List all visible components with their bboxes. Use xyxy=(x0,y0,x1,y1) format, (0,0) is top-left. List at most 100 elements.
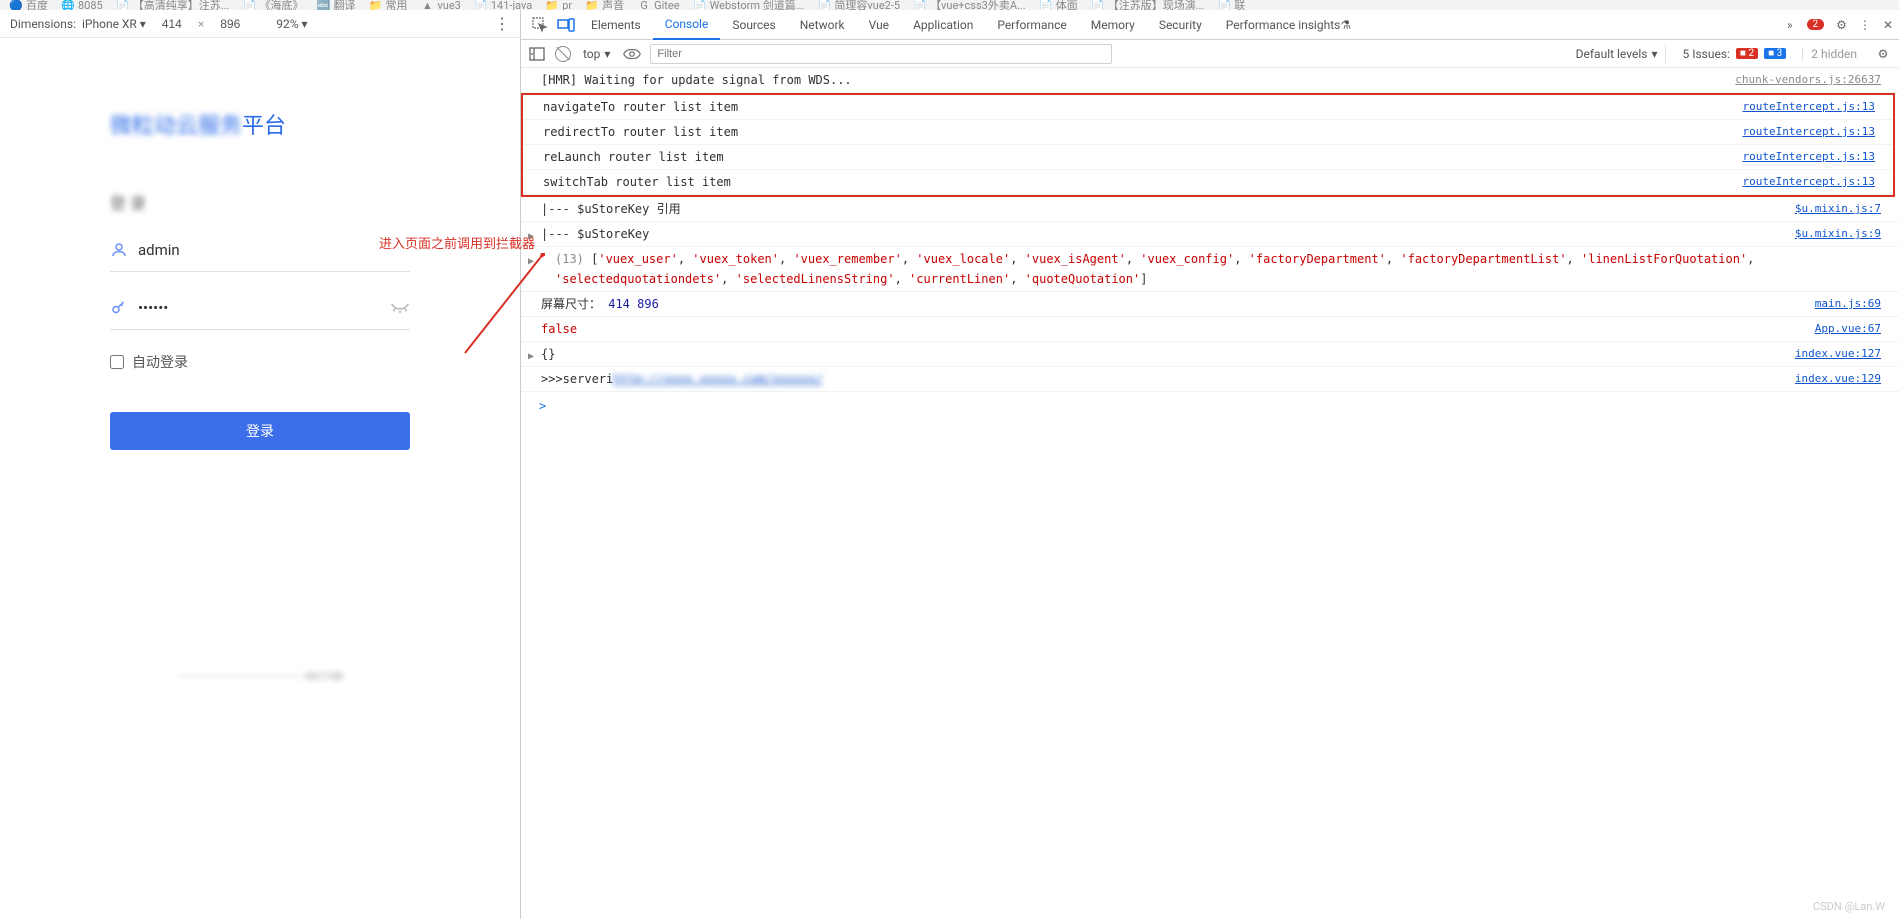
bookmark-icon: 📄 xyxy=(1092,0,1104,10)
log-message: switchTab router list item xyxy=(543,172,1733,192)
login-button[interactable]: 登录 xyxy=(110,412,410,450)
bookmark-item[interactable]: 🔤翻译 xyxy=(317,0,355,10)
settings-gear-icon[interactable]: ⚙ xyxy=(1830,10,1853,40)
bookmark-icon: 📁 xyxy=(546,0,558,10)
bookmark-icon: 🌐 xyxy=(62,0,74,10)
bookmark-label: Gitee xyxy=(654,0,679,10)
log-source-link[interactable]: chunk-vendors.js:26637 xyxy=(1725,70,1881,90)
more-tabs-icon[interactable]: » xyxy=(1781,10,1799,40)
tab-performance[interactable]: Performance xyxy=(985,10,1078,40)
filter-input[interactable] xyxy=(650,44,1112,64)
log-message: 屏幕尺寸： 414 896 xyxy=(541,294,1805,314)
console-log-row[interactable]: [HMR] Waiting for update signal from WDS… xyxy=(521,68,1899,93)
clear-console-icon[interactable] xyxy=(555,46,571,62)
hidden-count[interactable]: 2 hidden xyxy=(1802,47,1865,61)
console-body[interactable]: [HMR] Waiting for update signal from WDS… xyxy=(521,68,1899,919)
console-log-row[interactable]: 屏幕尺寸： 414 896main.js:69 xyxy=(521,292,1899,317)
console-log-row[interactable]: |--- $uStoreKey 引用$u.mixin.js:7 xyxy=(521,197,1899,222)
bookmark-item[interactable]: 📄联 xyxy=(1218,0,1245,10)
context-select[interactable]: top ▾ xyxy=(579,47,614,61)
bookmark-item[interactable]: ▲vue3 xyxy=(421,0,460,10)
console-log-row[interactable]: falseApp.vue:67 xyxy=(521,317,1899,342)
console-toolbar: top ▾ Default levels ▾ 5 Issues: ■ 2 ■ 3… xyxy=(521,40,1899,68)
bookmark-item[interactable]: GGitee xyxy=(638,0,679,10)
tab-console[interactable]: Console xyxy=(653,10,721,40)
console-log-row[interactable]: ▶{}index.vue:127 xyxy=(521,342,1899,367)
log-source-link[interactable]: routeIntercept.js:13 xyxy=(1733,172,1875,192)
bookmark-item[interactable]: 📄Webstorm 剑道篇... xyxy=(694,0,805,10)
bookmark-item[interactable]: 📄简理容vue2-5 xyxy=(818,0,900,10)
log-message: [HMR] Waiting for update signal from WDS… xyxy=(541,70,1725,90)
bookmark-item[interactable]: 📄【注苏版】现场演... xyxy=(1092,0,1205,10)
bookmark-icon: 📄 xyxy=(914,0,926,10)
log-source-link[interactable]: index.vue:129 xyxy=(1785,369,1881,389)
tab-application[interactable]: Application xyxy=(901,10,985,40)
tab-vue[interactable]: Vue xyxy=(857,10,901,40)
bookmark-item[interactable]: 🔵百度 xyxy=(10,0,48,10)
tab-security[interactable]: Security xyxy=(1147,10,1214,40)
log-source-link[interactable]: $u.mixin.js:7 xyxy=(1785,199,1881,219)
console-log-row[interactable]: navigateTo router list itemrouteIntercep… xyxy=(523,95,1893,120)
expand-triangle-icon[interactable]: ▶ xyxy=(528,227,534,247)
bookmark-item[interactable]: 📄体面 xyxy=(1040,0,1078,10)
tab-performance-insights[interactable]: Performance insights ⚗ xyxy=(1214,10,1363,40)
log-message: redirectTo router list item xyxy=(543,122,1733,142)
log-source-link[interactable]: routeIntercept.js:13 xyxy=(1733,122,1875,142)
inspect-icon[interactable] xyxy=(527,10,553,40)
width-input[interactable] xyxy=(152,17,192,31)
device-name-select[interactable]: iPhone XR ▾ xyxy=(82,17,146,31)
tab-elements[interactable]: Elements xyxy=(579,10,653,40)
log-source-link[interactable]: index.vue:127 xyxy=(1785,344,1881,364)
bookmark-item[interactable]: 📁pr xyxy=(546,0,572,10)
password-value: •••••• xyxy=(138,299,380,317)
console-settings-icon[interactable]: ⚙ xyxy=(1873,44,1893,64)
issues-link[interactable]: 5 Issues: ■ 2 ■ 3 xyxy=(1674,47,1794,61)
bookmark-item[interactable]: 📄【vue+css3外卖A... xyxy=(914,0,1026,10)
dimensions-label: Dimensions: xyxy=(10,17,76,31)
expand-triangle-icon[interactable]: ▶ xyxy=(528,252,534,272)
log-source-link[interactable]: routeIntercept.js:13 xyxy=(1733,97,1875,117)
tab-network[interactable]: Network xyxy=(788,10,857,40)
bookmark-icon: ▲ xyxy=(421,0,433,10)
log-levels-select[interactable]: Default levels ▾ xyxy=(1576,45,1667,63)
error-badge[interactable]: 2 xyxy=(1799,10,1831,40)
console-log-row[interactable]: redirectTo router list itemrouteIntercep… xyxy=(523,120,1893,145)
user-icon xyxy=(110,241,128,259)
log-source-link[interactable]: $u.mixin.js:9 xyxy=(1785,224,1881,244)
bookmark-item[interactable]: 📁声音 xyxy=(586,0,624,10)
device-toggle-icon[interactable] xyxy=(553,10,579,40)
bookmark-item[interactable]: 📁常用 xyxy=(369,0,407,10)
height-input[interactable] xyxy=(210,17,250,31)
live-expression-icon[interactable] xyxy=(622,44,642,64)
log-source-link[interactable]: main.js:69 xyxy=(1805,294,1881,314)
zoom-select[interactable]: 92% ▾ xyxy=(276,17,307,31)
sidebar-toggle-icon[interactable] xyxy=(527,44,547,64)
password-field[interactable]: •••••• xyxy=(110,286,410,330)
expand-triangle-icon[interactable]: ▶ xyxy=(528,347,534,367)
console-log-row[interactable]: switchTab router list itemrouteIntercept… xyxy=(523,170,1893,195)
device-more-icon[interactable]: ⋮ xyxy=(494,14,510,33)
log-source-link[interactable]: routeIntercept.js:13 xyxy=(1733,147,1875,167)
console-log-row[interactable]: reLaunch router list itemrouteIntercept.… xyxy=(523,145,1893,170)
bookmark-item[interactable]: 📄《海底》 xyxy=(243,0,303,10)
username-field[interactable]: admin xyxy=(110,228,410,272)
bookmark-item[interactable]: 🌐8085 xyxy=(62,0,103,10)
console-prompt[interactable]: > xyxy=(521,392,1899,420)
console-log-row[interactable]: >>>serverihttp://xxxx.xxxxx.com/xxxxxx/i… xyxy=(521,367,1899,392)
bookmark-label: 声音 xyxy=(602,0,624,10)
tab-sources[interactable]: Sources xyxy=(720,10,787,40)
auto-login-input[interactable] xyxy=(110,355,124,369)
devtools-more-icon[interactable]: ⋮ xyxy=(1853,10,1877,40)
console-log-row[interactable]: ▶|--- $uStoreKey$u.mixin.js:9 xyxy=(521,222,1899,247)
bookmark-item[interactable]: 📄141-java xyxy=(475,0,532,10)
log-message: (13) ['vuex_user', 'vuex_token', 'vuex_r… xyxy=(555,249,1881,289)
console-log-row[interactable]: ▶ (13) ['vuex_user', 'vuex_token', 'vuex_… xyxy=(521,247,1899,292)
bookmark-item[interactable]: 📄【高清纯享】注苏... xyxy=(117,0,230,10)
eye-closed-icon[interactable] xyxy=(390,301,410,315)
bookmark-icon: 📄 xyxy=(1218,0,1230,10)
auto-login-checkbox[interactable]: 自动登录 xyxy=(110,352,410,372)
close-devtools-icon[interactable]: ✕ xyxy=(1877,10,1899,40)
tab-memory[interactable]: Memory xyxy=(1079,10,1147,40)
device-viewport: 微粒动云服务平台 登 录 admin xyxy=(0,38,520,919)
log-source-link[interactable]: App.vue:67 xyxy=(1805,319,1881,339)
